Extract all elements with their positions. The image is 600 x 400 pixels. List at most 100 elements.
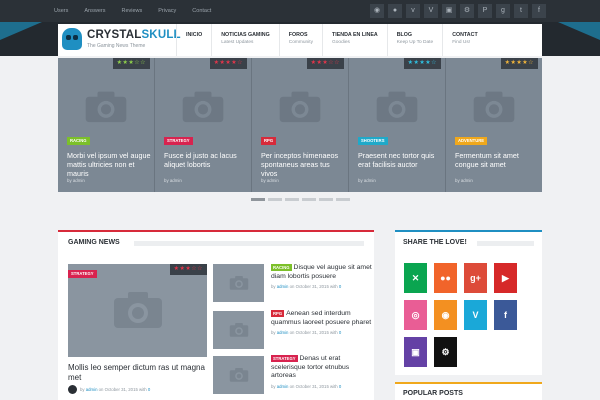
vimeo-icon[interactable]: V bbox=[464, 300, 487, 330]
steam-icon[interactable]: ⚙ bbox=[434, 337, 457, 367]
camera-placeholder-icon bbox=[85, 91, 127, 123]
author-avatar bbox=[68, 385, 77, 394]
popular-posts-header: POPULAR POSTS bbox=[395, 382, 542, 400]
top-link-privacy[interactable]: Privacy bbox=[150, 0, 184, 22]
slide-card[interactable]: ★★★☆☆ RPG Per inceptos himenaeos spontaneu… bbox=[252, 58, 349, 192]
news-list-item[interactable]: RPG Aenean sed interdum quammus laoreet p… bbox=[271, 310, 375, 335]
nav-item-foros[interactable]: FOROS Community bbox=[278, 24, 322, 56]
top-link-contact[interactable]: Contact bbox=[184, 0, 219, 22]
nav-item-contact[interactable]: CONTACT Find Us! bbox=[442, 24, 487, 56]
dribbble-icon[interactable]: ◎ bbox=[404, 300, 427, 330]
featured-slider: ★★★☆☆ RACING Morbi vel ipsum vel augue mat… bbox=[58, 58, 542, 192]
twitter-icon[interactable]: t bbox=[514, 4, 528, 18]
camera-placeholder-icon bbox=[229, 322, 249, 337]
top-bar: Users Answers Reviews Privacy Contact ◉ … bbox=[0, 0, 600, 22]
camera-placeholder-icon bbox=[229, 275, 249, 290]
nav-item-tienda[interactable]: TIENDA EN LINEA Goodies bbox=[322, 24, 387, 56]
youtube-icon[interactable]: ▶ bbox=[494, 263, 517, 293]
camera-placeholder-icon bbox=[376, 91, 418, 123]
category-badge[interactable]: RACING bbox=[271, 264, 292, 271]
share-title: SHARE THE LOVE! bbox=[403, 239, 467, 246]
slide-rating-stars: ★★★☆☆ bbox=[112, 58, 150, 69]
vine-icon[interactable]: v bbox=[406, 4, 420, 18]
slide-title[interactable]: Fermentum sit amet congue sit amet bbox=[455, 151, 539, 169]
googleplus-icon[interactable]: g+ bbox=[464, 263, 487, 293]
slide-category-badge[interactable]: STRATEGY bbox=[164, 137, 193, 145]
slide-category-badge[interactable]: RACING bbox=[67, 137, 90, 145]
pinterest-icon[interactable]: P bbox=[478, 4, 492, 18]
skull-icon bbox=[62, 28, 82, 50]
category-badge[interactable]: STRATEGY bbox=[271, 355, 298, 362]
slide-category-badge[interactable]: SHOOTERS bbox=[358, 137, 388, 145]
twitch-icon[interactable]: ▣ bbox=[442, 4, 456, 18]
slide-author: by admin bbox=[67, 178, 85, 183]
category-badge[interactable]: RPG bbox=[271, 310, 285, 317]
slide-author: by admin bbox=[358, 178, 376, 183]
site-header: CRYSTALSKULL The Gaming News Theme INICI… bbox=[58, 24, 542, 56]
slide-rating-stars: ★★★☆☆ bbox=[306, 58, 344, 69]
slider-dot[interactable] bbox=[336, 198, 350, 201]
slide-title[interactable]: Fusce id justo ac lacus aliquet lobortis bbox=[164, 151, 248, 169]
camera-placeholder-icon bbox=[473, 91, 515, 123]
steam-icon[interactable]: ⚙ bbox=[460, 4, 474, 18]
slide-title[interactable]: Per inceptos himenaeos spontaneus areas … bbox=[261, 151, 345, 178]
news-item-meta: by admin on October 31, 2015 with 0 bbox=[271, 383, 342, 389]
site-logo[interactable]: CRYSTALSKULL The Gaming News Theme bbox=[62, 27, 181, 53]
deviantart-icon[interactable]: ✕ bbox=[404, 263, 427, 293]
slide-rating-stars: ★★★★☆ bbox=[500, 58, 538, 69]
slide-title[interactable]: Morbi vel ipsum vel augue mattis ultrici… bbox=[67, 151, 151, 178]
news-item-title[interactable]: STRATEGY Denas ut erat scelerisque tortor… bbox=[271, 355, 375, 381]
nav-item-noticias[interactable]: NOTICIAS GAMING Latest Updates bbox=[211, 24, 279, 56]
news-thumb[interactable] bbox=[213, 356, 264, 394]
facebook-icon[interactable]: f bbox=[532, 4, 546, 18]
featured-news-title[interactable]: Mollis leo semper dictum ras ut magna me… bbox=[68, 363, 208, 383]
featured-rating-stars: ★★★☆☆ bbox=[169, 264, 207, 275]
slide-title[interactable]: Praesent nec tortor quis erat facilisis … bbox=[358, 151, 442, 169]
slide-rating-stars: ★★★★☆ bbox=[209, 58, 247, 69]
top-nav: Users Answers Reviews Privacy Contact bbox=[54, 0, 219, 22]
slider-dot[interactable] bbox=[251, 198, 265, 201]
featured-news-meta: by admin on October 31, 2015 with 0 bbox=[80, 387, 151, 392]
slide-card[interactable]: ★★★★☆ SHOOTERS Praesent nec tortor quis er… bbox=[349, 58, 446, 192]
top-link-reviews[interactable]: Reviews bbox=[113, 0, 150, 22]
googleplus-icon[interactable]: g bbox=[496, 4, 510, 18]
twitch-icon[interactable]: ▣ bbox=[404, 337, 427, 367]
slider-dot[interactable] bbox=[268, 198, 282, 201]
top-link-users[interactable]: Users bbox=[54, 0, 76, 22]
news-list-item[interactable]: RACING Disque vel augue sit amet diam lob… bbox=[271, 264, 375, 289]
popular-posts-panel: POPULAR POSTS bbox=[395, 382, 542, 400]
gaming-news-panel: GAMING NEWS STRATEGY ★★★☆☆ Mollis leo se… bbox=[58, 230, 374, 400]
news-thumb[interactable] bbox=[213, 264, 264, 302]
news-item-title[interactable]: RACING Disque vel augue sit amet diam lob… bbox=[271, 264, 375, 281]
rss-icon[interactable]: ◉ bbox=[370, 4, 384, 18]
slider-dot[interactable] bbox=[302, 198, 316, 201]
camera-placeholder-icon bbox=[279, 91, 321, 123]
flickr-icon[interactable]: ●● bbox=[434, 263, 457, 293]
slide-card[interactable]: ★★★★☆ STRATEGY Fusce id justo ac lacus ali… bbox=[155, 58, 252, 192]
apple-icon[interactable]: ● bbox=[388, 4, 402, 18]
rss-icon[interactable]: ◉ bbox=[434, 300, 457, 330]
slide-category-badge[interactable]: ADVENTURE bbox=[455, 137, 488, 145]
logo-title: CRYSTALSKULL bbox=[87, 29, 181, 41]
vimeo-icon[interactable]: V bbox=[424, 4, 438, 18]
slide-card[interactable]: ★★★☆☆ RACING Morbi vel ipsum vel augue mat… bbox=[58, 58, 155, 192]
news-thumb[interactable] bbox=[213, 311, 264, 349]
slider-dot[interactable] bbox=[285, 198, 299, 201]
nav-item-blog[interactable]: BLOG Keep Up To Date bbox=[386, 24, 442, 56]
slider-pagination bbox=[251, 198, 350, 201]
gaming-news-title: GAMING NEWS bbox=[68, 239, 120, 246]
facebook-icon[interactable]: f bbox=[494, 300, 517, 330]
share-header: SHARE THE LOVE! bbox=[395, 230, 542, 252]
slide-category-badge[interactable]: RPG bbox=[261, 137, 277, 145]
news-item-title[interactable]: RPG Aenean sed interdum quammus laoreet p… bbox=[271, 310, 375, 327]
top-link-answers[interactable]: Answers bbox=[76, 0, 113, 22]
featured-category-badge[interactable]: STRATEGY bbox=[68, 270, 97, 278]
logo-tagline: The Gaming News Theme bbox=[87, 43, 146, 49]
nav-item-inicio[interactable]: INICIO bbox=[176, 24, 211, 56]
featured-news-image[interactable]: STRATEGY ★★★☆☆ bbox=[68, 264, 207, 357]
news-item-meta: by admin on October 31, 2015 with 0 bbox=[271, 284, 342, 289]
slide-card[interactable]: ★★★★☆ ADVENTURE Fermentum sit amet congue … bbox=[446, 58, 542, 192]
news-item-meta: by admin on October 31, 2015 with 0 bbox=[271, 330, 342, 335]
news-list-item[interactable]: STRATEGY Denas ut erat scelerisque tortor… bbox=[271, 355, 375, 389]
slider-dot[interactable] bbox=[319, 198, 333, 201]
